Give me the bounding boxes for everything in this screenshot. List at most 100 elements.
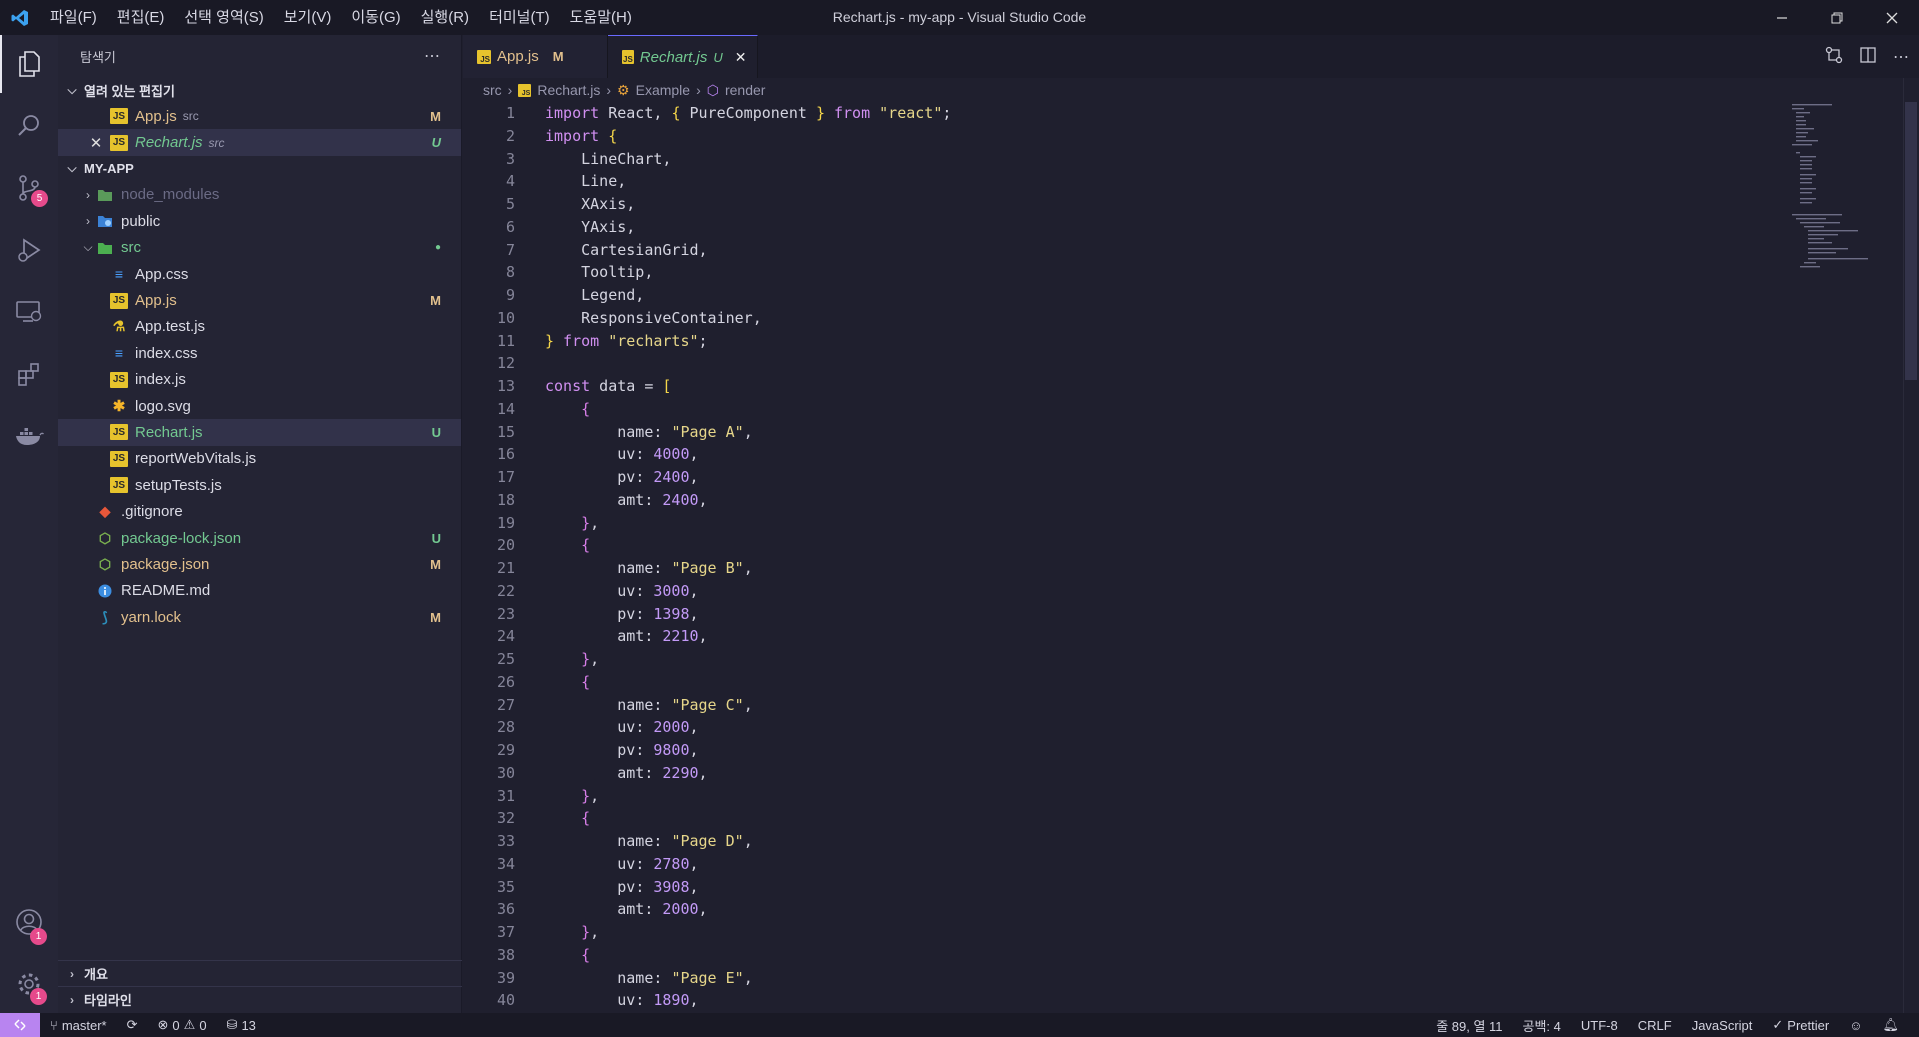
tree-file[interactable]: ◆ .gitignore bbox=[58, 498, 461, 524]
code-line[interactable]: 5 XAxis, bbox=[463, 193, 1903, 216]
encoding[interactable]: UTF-8 bbox=[1581, 1018, 1618, 1033]
project-section[interactable]: ⌵ MY-APP bbox=[58, 156, 461, 182]
code-line[interactable]: 34 uv: 2780, bbox=[463, 852, 1903, 876]
sync-icon[interactable]: ⟳ bbox=[127, 1017, 138, 1033]
code-line[interactable]: 32 { bbox=[463, 807, 1903, 830]
tree-file[interactable]: README.md bbox=[58, 578, 461, 604]
tree-folder[interactable]: ⌵ src ● bbox=[58, 235, 461, 261]
close-editor-icon[interactable]: ✕ bbox=[88, 134, 104, 152]
breadcrumb-file[interactable]: Rechart.js bbox=[537, 82, 600, 98]
code-line[interactable]: 31 }, bbox=[463, 784, 1903, 808]
code-line[interactable]: 38 { bbox=[463, 943, 1903, 967]
code-line[interactable]: 4 Line, bbox=[463, 170, 1903, 193]
remote-explorer-icon[interactable] bbox=[0, 283, 58, 341]
code-line[interactable]: 25 }, bbox=[463, 648, 1903, 671]
tree-file[interactable]: JS App.js M bbox=[58, 287, 461, 313]
ports[interactable]: ⛁ 13 bbox=[227, 1017, 256, 1033]
close-tab-icon[interactable]: ✕ bbox=[735, 49, 747, 66]
breadcrumb-folder[interactable]: src bbox=[483, 82, 502, 98]
docker-icon[interactable] bbox=[0, 407, 58, 465]
code-line[interactable]: 30 amt: 2290, bbox=[463, 761, 1903, 785]
tree-file[interactable]: ≡ index.css bbox=[58, 340, 461, 366]
problems[interactable]: ⊗ 0 ⚠ 0 bbox=[158, 1017, 207, 1033]
timeline-section[interactable]: › 타임라인 bbox=[58, 986, 462, 1012]
accounts-icon[interactable]: 1 bbox=[0, 893, 58, 951]
code-line[interactable]: 11} from "recharts"; bbox=[463, 330, 1903, 353]
split-editor-icon[interactable] bbox=[1859, 46, 1877, 68]
tree-file[interactable]: JS reportWebVitals.js bbox=[58, 446, 461, 472]
code-line[interactable]: 12 bbox=[463, 352, 1903, 375]
tree-file[interactable]: ⚗ App.test.js bbox=[58, 314, 461, 340]
code-line[interactable]: 7 CartesianGrid, bbox=[463, 238, 1903, 262]
compare-changes-icon[interactable] bbox=[1825, 46, 1843, 68]
tree-file[interactable]: JS Rechart.js U bbox=[58, 419, 461, 446]
code-line[interactable]: 33 name: "Page D", bbox=[463, 830, 1903, 853]
code-line[interactable]: 27 name: "Page C", bbox=[463, 693, 1903, 717]
settings-gear-icon[interactable]: 1 bbox=[0, 955, 58, 1013]
tree-file[interactable]: ≡ App.css bbox=[58, 261, 461, 287]
menu-help[interactable]: 도움말(H) bbox=[560, 0, 642, 35]
end-of-line[interactable]: CRLF bbox=[1638, 1018, 1672, 1033]
extensions-icon[interactable] bbox=[0, 345, 58, 403]
run-debug-icon[interactable] bbox=[0, 221, 58, 279]
code-line[interactable]: 29 pv: 9800, bbox=[463, 739, 1903, 762]
more-actions-icon[interactable]: ⋯ bbox=[1893, 47, 1909, 67]
code-line[interactable]: 20 { bbox=[463, 534, 1903, 557]
tree-file[interactable]: ✱ logo.svg bbox=[58, 393, 461, 419]
tree-file[interactable]: ⬡ package.json M bbox=[58, 551, 461, 577]
code-line[interactable]: 3 LineChart, bbox=[463, 147, 1903, 171]
code-line[interactable]: 13 const data = [ bbox=[463, 375, 1903, 398]
code-line[interactable]: 24 amt: 2210, bbox=[463, 625, 1903, 648]
code-line[interactable]: 39 name: "Page E", bbox=[463, 966, 1903, 990]
code-line[interactable]: 26 { bbox=[463, 670, 1903, 694]
cursor-position[interactable]: 줄 89, 열 11 bbox=[1436, 1016, 1502, 1035]
code-line[interactable]: 8 Tooltip, bbox=[463, 261, 1903, 284]
tab-rechart-js[interactable]: JS Rechart.js U ✕ bbox=[608, 35, 758, 78]
code-line[interactable]: 1 import React, { PureComponent } from "r… bbox=[463, 102, 1903, 125]
tab-app-js[interactable]: JS App.js M bbox=[463, 35, 608, 78]
code-line[interactable]: 18 amt: 2400, bbox=[463, 488, 1903, 512]
feedback-icon[interactable]: ☺ bbox=[1849, 1018, 1862, 1033]
prettier-status[interactable]: ✓ Prettier bbox=[1772, 1017, 1829, 1033]
menu-go[interactable]: 이동(G) bbox=[341, 0, 410, 35]
tree-file[interactable]: JS index.js bbox=[58, 367, 461, 393]
close-window-button[interactable] bbox=[1864, 0, 1919, 35]
outline-section[interactable]: › 개요 bbox=[58, 960, 462, 986]
minimize-button[interactable] bbox=[1754, 0, 1809, 35]
code-line[interactable]: 14 { bbox=[463, 397, 1903, 421]
code-line[interactable]: 6 YAxis, bbox=[463, 215, 1903, 239]
code-line[interactable]: 15 name: "Page A", bbox=[463, 420, 1903, 444]
open-editors-section[interactable]: ⌵ 열려 있는 편집기 bbox=[58, 77, 461, 103]
code-line[interactable]: 17 pv: 2400, bbox=[463, 466, 1903, 489]
language-mode[interactable]: JavaScript bbox=[1692, 1018, 1753, 1033]
code-line[interactable]: 21 name: "Page B", bbox=[463, 557, 1903, 580]
source-control-icon[interactable]: 5 bbox=[0, 159, 58, 217]
code-line[interactable]: 40 uv: 1890, bbox=[463, 989, 1903, 1012]
tree-folder[interactable]: › public bbox=[58, 208, 461, 234]
code-line[interactable]: 9 Legend, bbox=[463, 284, 1903, 307]
open-editor-item[interactable]: ✕ JS Rechart.js src U bbox=[58, 129, 461, 156]
menu-selection[interactable]: 선택 영역(S) bbox=[174, 0, 273, 35]
menu-terminal[interactable]: 터미널(T) bbox=[479, 0, 560, 35]
search-icon[interactable] bbox=[0, 97, 58, 155]
restore-button[interactable] bbox=[1809, 0, 1864, 35]
code-line[interactable]: 16 uv: 4000, bbox=[463, 443, 1903, 466]
tree-folder[interactable]: › node_modules bbox=[58, 182, 461, 208]
open-editor-item[interactable]: JS App.js src M bbox=[58, 103, 461, 129]
minimap[interactable] bbox=[1790, 102, 1905, 302]
git-branch[interactable]: ⑂ master* bbox=[50, 1018, 107, 1033]
code-line[interactable]: 36 amt: 2000, bbox=[463, 898, 1903, 921]
scrollbar-thumb[interactable] bbox=[1905, 102, 1917, 380]
explorer-icon[interactable] bbox=[0, 35, 58, 93]
code-line[interactable]: 2 import { bbox=[463, 125, 1903, 148]
code-line[interactable]: 35 pv: 3908, bbox=[463, 875, 1903, 899]
menu-view[interactable]: 보기(V) bbox=[274, 0, 342, 35]
code-line[interactable]: 23 pv: 1398, bbox=[463, 602, 1903, 626]
breadcrumb-class[interactable]: Example bbox=[636, 82, 690, 98]
breadcrumb-method[interactable]: render bbox=[725, 82, 765, 98]
tree-file[interactable]: ⬡ package-lock.json U bbox=[58, 525, 461, 551]
code-line[interactable]: 37 }, bbox=[463, 921, 1903, 944]
code-line[interactable]: 10 ResponsiveContainer, bbox=[463, 306, 1903, 330]
menu-edit[interactable]: 편집(E) bbox=[107, 0, 175, 35]
menu-file[interactable]: 파일(F) bbox=[40, 0, 107, 35]
